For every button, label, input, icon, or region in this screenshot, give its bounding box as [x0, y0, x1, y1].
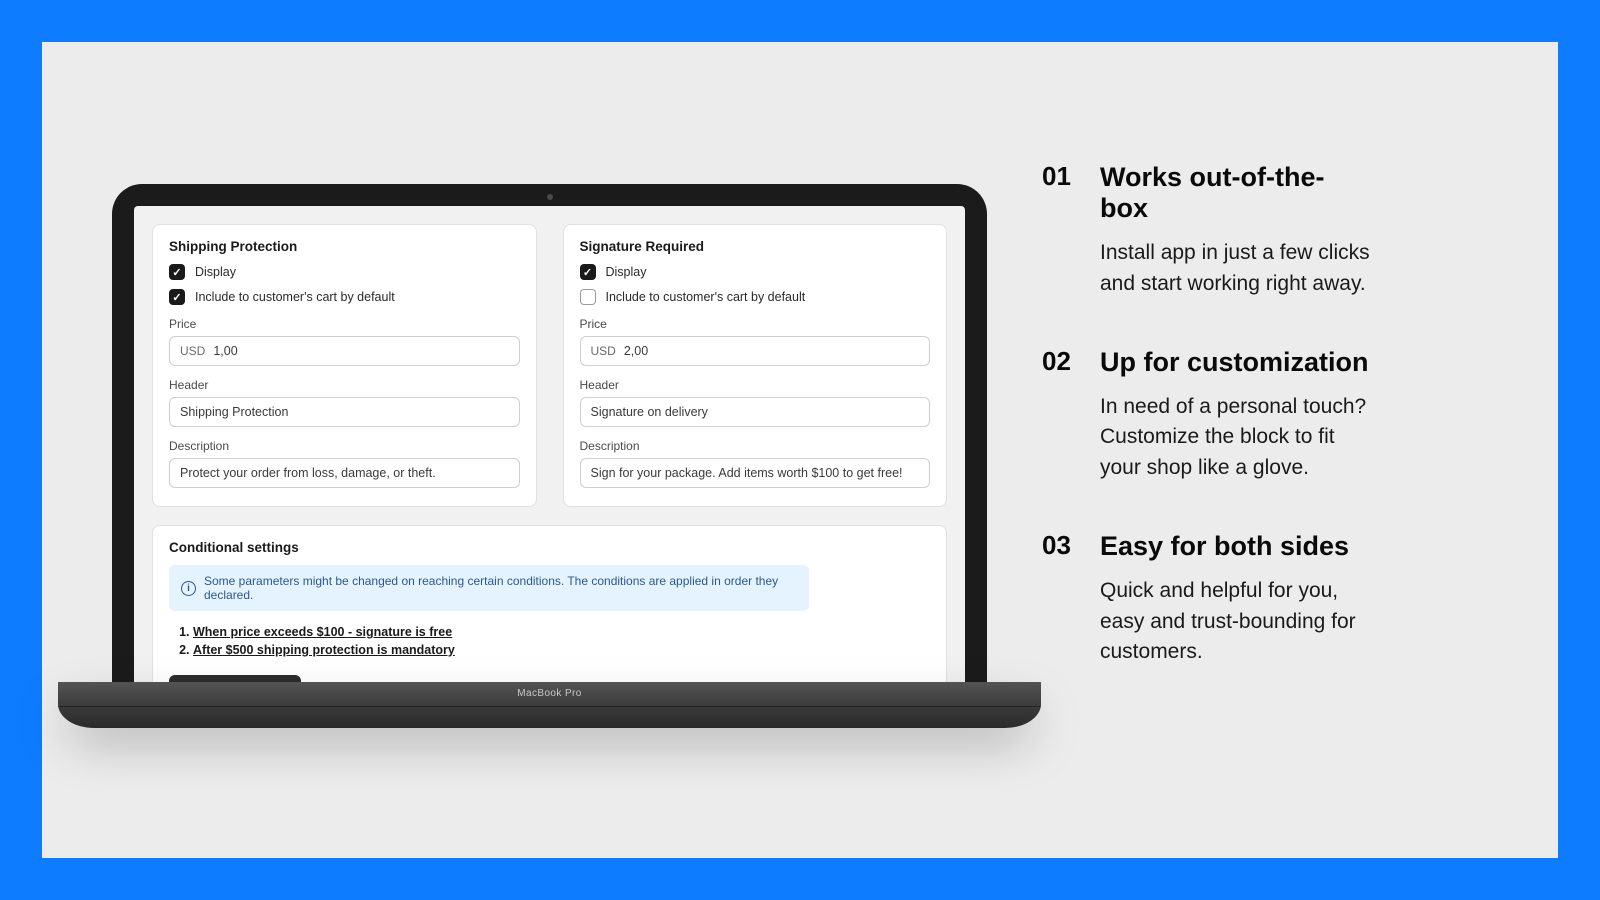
laptop-base: MacBook Pro — [58, 682, 1041, 728]
price-input[interactable]: USD 1,00 — [169, 336, 520, 366]
feature-number: 02 — [1042, 347, 1082, 483]
laptop-lid: Shipping Protection ✓ Display ✓ Include … — [112, 184, 987, 682]
condition-item[interactable]: When price exceeds $100 - signature is f… — [193, 625, 930, 639]
checkbox-row-include-default[interactable]: ✓ Include to customer's cart by default — [169, 289, 520, 305]
checkbox-row-display[interactable]: ✓ Display — [169, 264, 520, 280]
card-conditional-settings: Conditional settings i Some parameters m… — [152, 525, 947, 682]
field-label-description: Description — [169, 439, 520, 453]
field-label-header: Header — [169, 378, 520, 392]
card-title: Shipping Protection — [169, 239, 520, 254]
header-input[interactable]: Signature on delivery — [580, 397, 931, 427]
checkbox-icon: ✓ — [169, 264, 185, 280]
currency-prefix: USD — [180, 344, 205, 358]
laptop-brand-label: MacBook Pro — [517, 688, 581, 699]
info-icon: i — [181, 581, 196, 596]
info-banner: i Some parameters might be changed on re… — [169, 565, 809, 611]
price-value: 2,00 — [624, 344, 648, 358]
feature-number: 03 — [1042, 531, 1082, 667]
card-title: Signature Required — [580, 239, 931, 254]
checkbox-icon: ✓ — [580, 264, 596, 280]
app-screen: Shipping Protection ✓ Display ✓ Include … — [134, 206, 965, 682]
description-input[interactable]: Protect your order from loss, damage, or… — [169, 458, 520, 488]
feature-item: 01 Works out-of-the-box Install app in j… — [1042, 162, 1372, 299]
feature-description: Install app in just a few clicks and sta… — [1100, 238, 1372, 299]
checkbox-icon — [580, 289, 596, 305]
checkbox-icon: ✓ — [169, 289, 185, 305]
feature-title: Up for customization — [1100, 347, 1372, 378]
checkbox-label: Display — [195, 265, 236, 279]
card-signature-required: Signature Required ✓ Display Include to … — [563, 224, 948, 507]
card-title: Conditional settings — [169, 540, 930, 555]
checkbox-row-include-default[interactable]: Include to customer's cart by default — [580, 289, 931, 305]
field-label-description: Description — [580, 439, 931, 453]
field-label-price: Price — [580, 317, 931, 331]
camera-dot — [547, 194, 553, 200]
field-label-price: Price — [169, 317, 520, 331]
checkbox-label: Include to customer's cart by default — [606, 290, 806, 304]
condition-item[interactable]: After $500 shipping protection is mandat… — [193, 643, 930, 657]
feature-description: Quick and helpful for you, easy and trus… — [1100, 576, 1372, 667]
page-canvas: Shipping Protection ✓ Display ✓ Include … — [42, 42, 1558, 858]
feature-number: 01 — [1042, 162, 1082, 299]
info-text: Some parameters might be changed on reac… — [204, 574, 797, 602]
checkbox-label: Display — [606, 265, 647, 279]
currency-prefix: USD — [591, 344, 616, 358]
conditions-list: When price exceeds $100 - signature is f… — [169, 625, 930, 657]
feature-title: Easy for both sides — [1100, 531, 1372, 562]
settings-panels-row: Shipping Protection ✓ Display ✓ Include … — [152, 224, 947, 507]
card-shipping-protection: Shipping Protection ✓ Display ✓ Include … — [152, 224, 537, 507]
price-value: 1,00 — [213, 344, 237, 358]
feature-item: 02 Up for customization In need of a per… — [1042, 347, 1372, 483]
price-input[interactable]: USD 2,00 — [580, 336, 931, 366]
description-input[interactable]: Sign for your package. Add items worth $… — [580, 458, 931, 488]
add-condition-button[interactable]: + Add new condition — [169, 675, 301, 682]
feature-title: Works out-of-the-box — [1100, 162, 1372, 224]
checkbox-label: Include to customer's cart by default — [195, 290, 395, 304]
checkbox-row-display[interactable]: ✓ Display — [580, 264, 931, 280]
field-label-header: Header — [580, 378, 931, 392]
features-list: 01 Works out-of-the-box Install app in j… — [1042, 162, 1372, 716]
feature-item: 03 Easy for both sides Quick and helpful… — [1042, 531, 1372, 667]
header-input[interactable]: Shipping Protection — [169, 397, 520, 427]
laptop-device: Shipping Protection ✓ Display ✓ Include … — [112, 184, 987, 728]
feature-description: In need of a personal touch? Customize t… — [1100, 392, 1372, 483]
